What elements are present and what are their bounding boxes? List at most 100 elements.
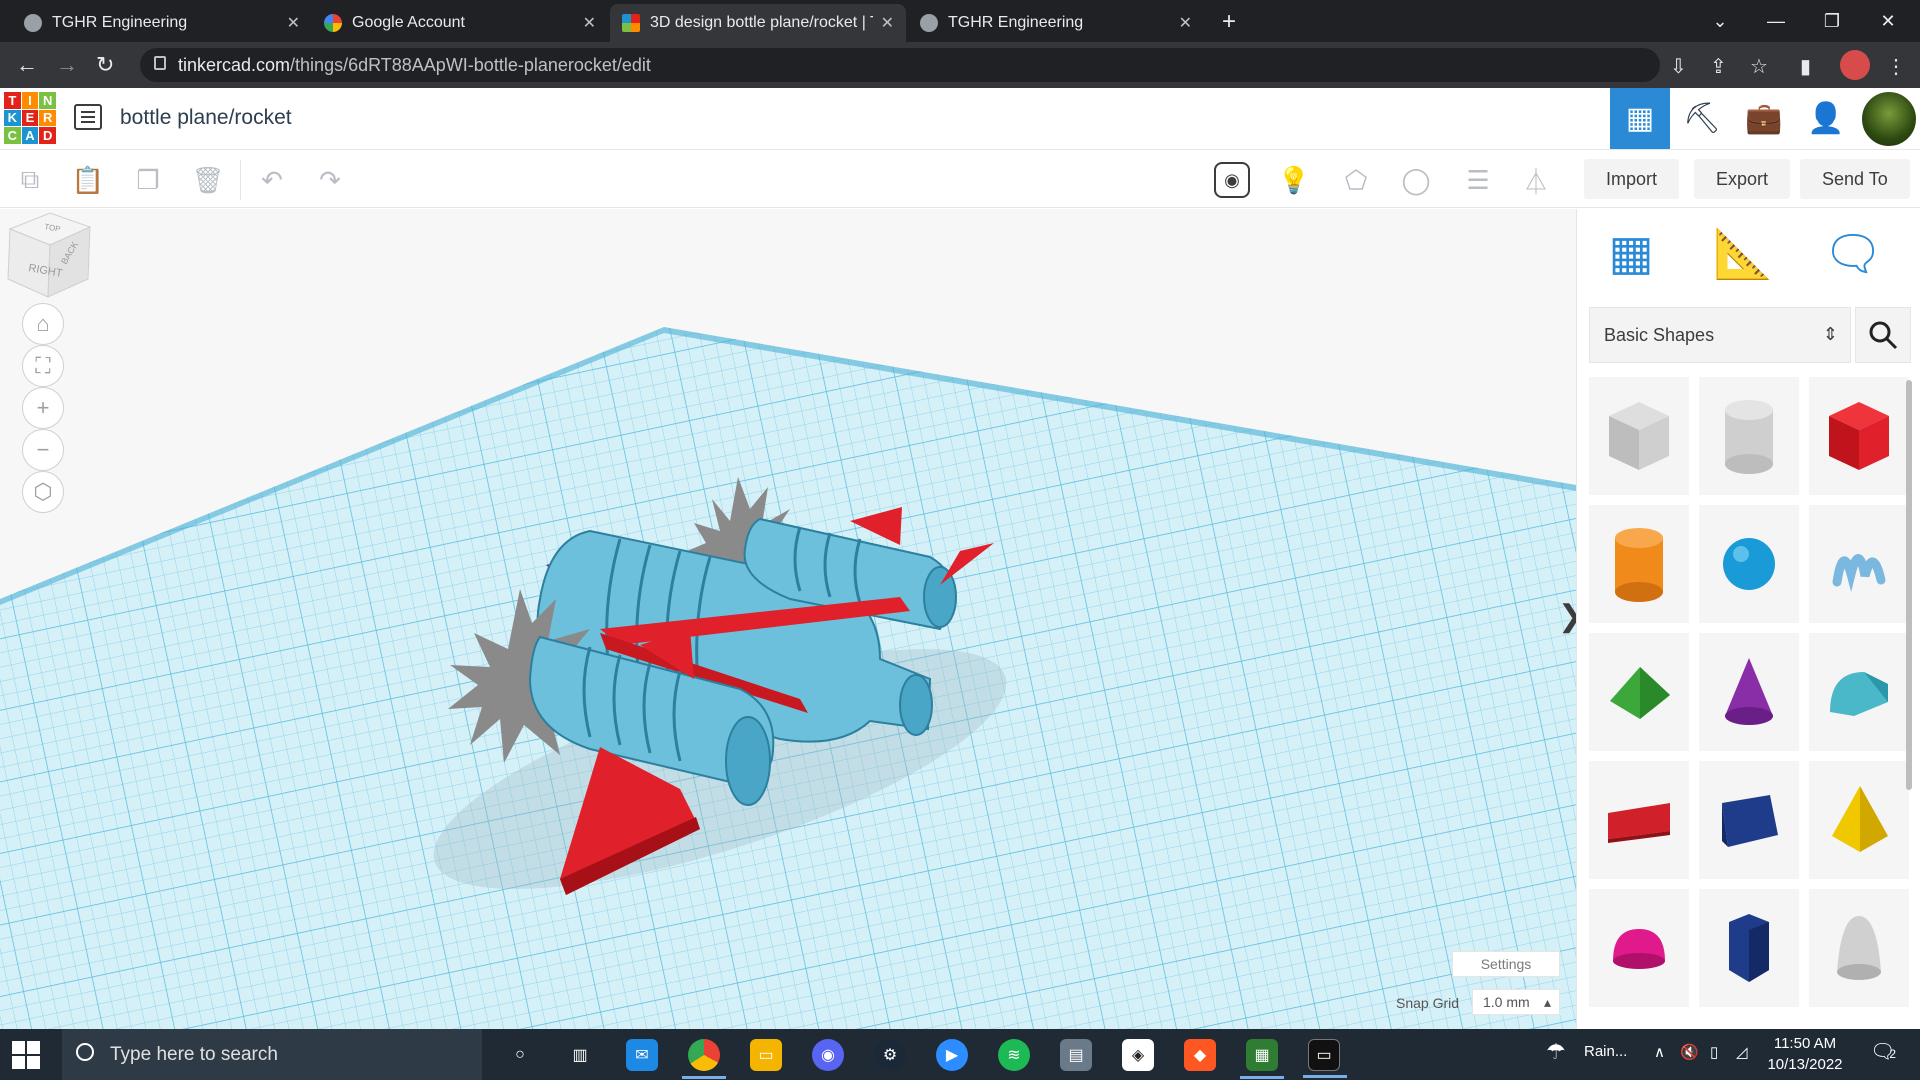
settings-button[interactable]: Settings: [1452, 951, 1560, 977]
zoom-in-icon[interactable]: +: [22, 387, 64, 429]
collapse-panel-icon[interactable]: ❯: [1558, 599, 1576, 634]
shape-scribble[interactable]: [1809, 505, 1909, 623]
windows-start-icon[interactable]: [12, 1041, 40, 1069]
tray-chevron-icon[interactable]: ∧: [1654, 1043, 1665, 1061]
notification-icon[interactable]: 🗨2: [1870, 1039, 1896, 1064]
shape-polygon[interactable]: [1699, 889, 1799, 1007]
steam-icon[interactable]: ⚙: [874, 1039, 906, 1071]
view-cube[interactable]: RIGHT BACK TOP: [0, 209, 100, 309]
shape-box-hole[interactable]: [1589, 377, 1689, 495]
import-button[interactable]: Import: [1584, 159, 1680, 199]
url-field[interactable]: tinkercad.com/things/6dRT88AApWI-bottle-…: [140, 48, 1660, 82]
add-user-icon[interactable]: 👤: [1796, 88, 1856, 149]
new-tab-button[interactable]: +: [1222, 8, 1236, 36]
reload-icon[interactable]: ↻: [96, 52, 114, 78]
terminal-icon[interactable]: ▭: [1303, 1039, 1347, 1078]
task-view-icon[interactable]: ▥: [564, 1039, 596, 1071]
duplicate-icon[interactable]: ❐: [130, 162, 166, 198]
tab-google-account[interactable]: Google Account ✕: [312, 4, 608, 42]
weather-umbrella-icon[interactable]: ☂: [1546, 1039, 1566, 1065]
delete-icon[interactable]: 🗑: [190, 162, 226, 198]
taskbar-search-box[interactable]: Type here to search: [62, 1029, 482, 1080]
fit-all-icon[interactable]: ⛶: [22, 345, 64, 387]
lightbulb-icon[interactable]: 💡: [1276, 162, 1312, 198]
zoom-out-icon[interactable]: −: [22, 429, 64, 471]
minimize-icon[interactable]: —: [1748, 0, 1804, 42]
shape-text[interactable]: [1589, 761, 1689, 879]
perspective-icon[interactable]: ⬡: [22, 471, 64, 513]
install-icon[interactable]: ⇩: [1670, 54, 1687, 79]
profile-avatar[interactable]: [1840, 50, 1870, 80]
shape-search-button[interactable]: [1855, 307, 1911, 363]
volume-mute-icon[interactable]: 🔇: [1680, 1043, 1699, 1061]
panel-scrollbar[interactable]: [1906, 380, 1912, 790]
shape-wedge-box[interactable]: [1699, 761, 1799, 879]
chrome-icon[interactable]: [682, 1039, 726, 1079]
shape-pyramid[interactable]: [1809, 761, 1909, 879]
battery-icon[interactable]: ▯: [1710, 1043, 1718, 1061]
forward-icon[interactable]: →: [56, 52, 78, 78]
shape-cylinder-hole[interactable]: [1699, 377, 1799, 495]
notes-icon[interactable]: 🗨: [1823, 223, 1884, 283]
tab-search-icon[interactable]: ⌄: [1692, 0, 1748, 42]
shape-paraboloid[interactable]: [1809, 889, 1909, 1007]
send-to-button[interactable]: Send To: [1800, 159, 1910, 199]
undo-icon[interactable]: ↶: [254, 162, 290, 198]
ruler-icon[interactable]: 📐: [1713, 223, 1773, 283]
share-icon[interactable]: ⇪: [1710, 54, 1727, 79]
close-icon[interactable]: ✕: [287, 13, 300, 33]
restore-icon[interactable]: ❐: [1804, 0, 1860, 42]
align-icon[interactable]: ☰: [1460, 162, 1496, 198]
shape-roof[interactable]: [1589, 633, 1689, 751]
spreadsheet-icon[interactable]: ▦: [1240, 1039, 1284, 1079]
wifi-icon[interactable]: ◿: [1736, 1043, 1748, 1061]
spotify-icon[interactable]: ≋: [998, 1039, 1030, 1071]
shape-category-select[interactable]: Basic Shapes ⇕: [1589, 307, 1851, 363]
shape-round-roof[interactable]: [1809, 633, 1909, 751]
snap-grid-select[interactable]: 1.0 mm ▴: [1472, 989, 1560, 1015]
3d-design-grid-icon[interactable]: ▦: [1610, 88, 1670, 149]
app-icon-generic[interactable]: ▤: [1060, 1039, 1092, 1071]
briefcase-icon[interactable]: 💼: [1734, 88, 1794, 149]
design-title[interactable]: bottle plane/rocket: [120, 106, 292, 130]
file-explorer-icon[interactable]: ▭: [750, 1039, 782, 1071]
close-icon[interactable]: ✕: [881, 13, 894, 33]
unity-icon[interactable]: ◈: [1122, 1039, 1154, 1071]
side-panel-icon[interactable]: ▮: [1800, 54, 1811, 79]
mail-icon[interactable]: ✉: [626, 1039, 658, 1071]
close-icon[interactable]: ✕: [1179, 13, 1192, 33]
pickaxe-icon[interactable]: ⛏: [1672, 88, 1732, 149]
shape-solid-icon[interactable]: ⬠: [1338, 162, 1374, 198]
shape-hole-icon[interactable]: ◯: [1398, 162, 1434, 198]
tab-3d-design[interactable]: 3D design bottle plane/rocket | T ✕: [610, 4, 906, 42]
bookmark-star-icon[interactable]: ☆: [1750, 54, 1768, 79]
shape-box[interactable]: [1809, 377, 1909, 495]
back-icon[interactable]: ←: [16, 52, 38, 78]
paste-icon[interactable]: 📋: [70, 162, 106, 198]
close-icon[interactable]: ✕: [583, 13, 596, 33]
home-view-icon[interactable]: ⌂: [22, 303, 64, 345]
discord-icon[interactable]: ◉: [812, 1039, 844, 1071]
window-close-icon[interactable]: ✕: [1860, 0, 1916, 42]
redo-icon[interactable]: ↷: [312, 162, 348, 198]
workplane-viewport[interactable]: RIGHT BACK TOP ⌂ ⛶ + − ⬡ ❯ Settings Snap…: [0, 209, 1576, 1029]
design-list-icon[interactable]: [74, 104, 102, 130]
tab-tghr-engineering-2[interactable]: TGHR Engineering ✕: [908, 4, 1204, 42]
workplane-canvas[interactable]: [0, 209, 1576, 1029]
brave-icon[interactable]: ◆: [1184, 1039, 1216, 1071]
clock[interactable]: 11:50 AM 10/13/2022: [1760, 1033, 1850, 1075]
mirror-icon[interactable]: ⏃: [1518, 162, 1554, 198]
tinkercad-logo[interactable]: T I N K E R C A D: [4, 92, 56, 144]
shape-cone[interactable]: [1699, 633, 1799, 751]
cortana-icon[interactable]: ○: [504, 1039, 536, 1071]
user-avatar[interactable]: [1860, 90, 1918, 148]
zoom-icon[interactable]: ▶: [936, 1039, 968, 1071]
camera-view-icon[interactable]: ◉: [1214, 162, 1250, 198]
weather-text[interactable]: Rain...: [1584, 1043, 1627, 1060]
shape-half-sphere[interactable]: [1589, 889, 1689, 1007]
export-button[interactable]: Export: [1694, 159, 1791, 199]
shape-cylinder[interactable]: [1589, 505, 1689, 623]
copy-icon[interactable]: ⧉: [12, 162, 48, 198]
workplane-grid-icon[interactable]: ▦: [1601, 223, 1661, 283]
tab-tghr-engineering-1[interactable]: TGHR Engineering ✕: [12, 4, 312, 42]
